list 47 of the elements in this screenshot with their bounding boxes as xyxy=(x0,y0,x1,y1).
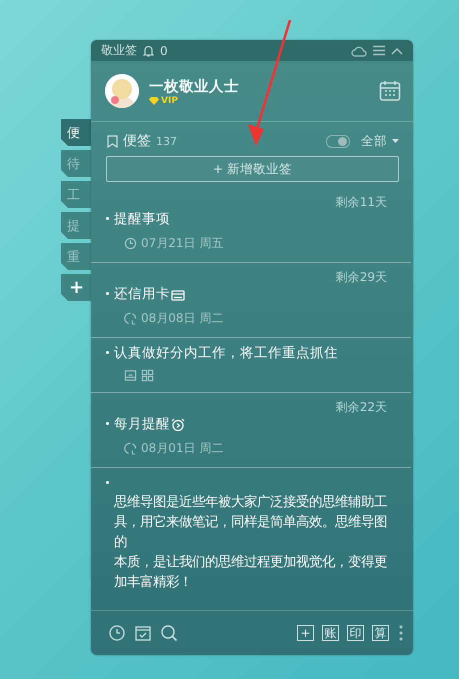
dropdown-arrow-icon[interactable] xyxy=(392,138,399,144)
tool-button[interactable]: 印 xyxy=(347,625,364,641)
app-title: 敬业签 xyxy=(101,42,137,59)
filter-toggle[interactable] xyxy=(326,134,350,148)
note-date: 07月21日 周五 xyxy=(141,235,224,252)
section-title: 便签 xyxy=(123,132,151,150)
avatar[interactable] xyxy=(105,74,139,108)
note-paragraph[interactable]: 本质，是让我们的思维过程更加视觉化，变得更加丰富精彩！ xyxy=(114,553,395,593)
note-paragraph[interactable]: 思维导图是近些年被大家广泛接受的思维辅助工具，用它来做笔记，同样是简单高效。思维导图的 xyxy=(114,493,395,553)
search-icon[interactable] xyxy=(161,624,178,642)
collapse-icon[interactable] xyxy=(391,46,403,54)
clock-icon[interactable] xyxy=(109,625,125,641)
note-count: 137 xyxy=(156,134,177,148)
bell-icon[interactable] xyxy=(143,44,154,56)
tool-button[interactable]: 账 xyxy=(322,625,339,641)
repeat-icon xyxy=(124,442,137,455)
calendar-icon[interactable] xyxy=(379,80,401,102)
add-tab[interactable]: + xyxy=(61,274,91,301)
note-text[interactable]: 每月提醒 xyxy=(114,415,170,434)
note-text[interactable]: 认真做好分内工作，将工作重点抓住 xyxy=(114,344,338,363)
diamond-icon xyxy=(149,96,159,104)
note-text[interactable]: 还信用卡 xyxy=(114,285,170,304)
vip-label: VIP xyxy=(161,96,178,106)
alarm-icon xyxy=(171,418,185,432)
note-text[interactable]: 提醒事项 xyxy=(114,210,170,229)
user-name: 一枚敬业人士 xyxy=(149,78,239,96)
card-icon xyxy=(171,288,185,302)
category-tab[interactable]: 便 xyxy=(61,119,91,146)
repeat-icon xyxy=(124,312,137,325)
note-date: 08月08日 周二 xyxy=(141,310,224,327)
new-note-button[interactable]: + 新增敬业签 xyxy=(106,156,399,182)
tray-icon xyxy=(124,369,137,382)
tool-button[interactable]: 算 xyxy=(372,625,389,641)
clock-icon xyxy=(124,237,137,250)
remaining-days: 剩余11天 xyxy=(106,194,395,210)
menu-icon[interactable] xyxy=(373,45,385,56)
tool-button[interactable]: + xyxy=(297,625,314,641)
notification-count: 0 xyxy=(160,44,168,58)
remaining-days: 剩余29天 xyxy=(106,269,395,285)
cloud-icon[interactable] xyxy=(351,44,367,56)
grid-icon xyxy=(141,369,154,382)
filter-dropdown[interactable]: 全部 xyxy=(361,132,387,150)
calendar-check-icon[interactable] xyxy=(135,625,151,641)
bookmark-icon xyxy=(107,134,118,148)
note-date: 08月01日 周二 xyxy=(141,440,224,457)
more-icon[interactable] xyxy=(399,625,403,641)
remaining-days: 剩余22天 xyxy=(106,399,395,415)
